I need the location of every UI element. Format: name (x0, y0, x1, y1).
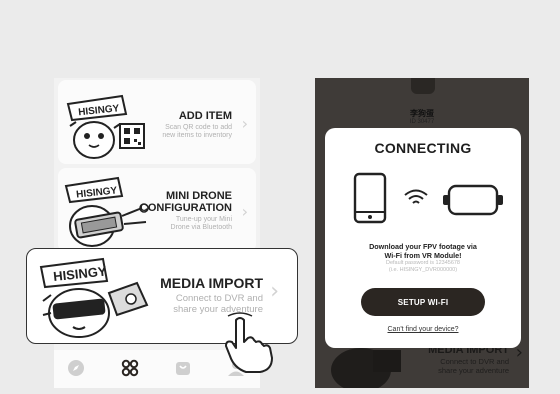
wifi-icon (404, 189, 428, 204)
user-name: 李狗蛋 (410, 109, 434, 118)
dimmed-card-subtitle: Connect to DVR and share your adventure (438, 357, 509, 375)
card-title: MINI DRONE CONFIGURATION (139, 190, 232, 214)
grid-icon[interactable] (120, 358, 140, 378)
default-password-note: Default password is 12345678 (i.e. HISIN… (386, 260, 460, 273)
user-id: ID 30477 (409, 119, 435, 125)
modal-title: CONNECTING (374, 140, 472, 156)
avatar (411, 78, 435, 94)
chevron-right-icon: › (270, 279, 279, 304)
mascot-qr-illustration: HISINGY (66, 94, 145, 159)
chevron-right-icon: › (241, 202, 248, 221)
card-subtitle: Tune-up your Mini Drone via Bluetooth (170, 216, 232, 231)
mini-drone-configuration-card[interactable]: HISINGY MINI DRONE CONFIGURATION Tune-up… (58, 168, 256, 252)
mascot-vr-illustration: HISINGY (39, 257, 149, 338)
chevron-right-icon: › (241, 114, 248, 133)
mascot-drone-illustration: HISINGY (64, 176, 149, 247)
bag-icon[interactable] (173, 358, 193, 378)
add-item-card[interactable]: HISINGY ADD ITEM Scan QR code to add new… (58, 80, 256, 164)
card-title: ADD ITEM (178, 110, 232, 122)
tap-hand-icon (225, 312, 273, 373)
modal-description: Download your FPV footage via Wi-Fi from… (369, 242, 477, 260)
setup-wifi-button[interactable]: SETUP WI-FI (361, 288, 485, 316)
cant-find-device-link[interactable]: Can't find your device? (325, 326, 521, 333)
phone-icon (353, 172, 387, 224)
card-subtitle: Scan QR code to add new items to invento… (162, 124, 232, 139)
vr-goggles-icon (443, 184, 503, 216)
connecting-modal: CONNECTING Download your FPV footage via… (325, 128, 521, 348)
compass-icon[interactable] (66, 358, 86, 378)
card-title: MEDIA IMPORT (160, 275, 263, 291)
